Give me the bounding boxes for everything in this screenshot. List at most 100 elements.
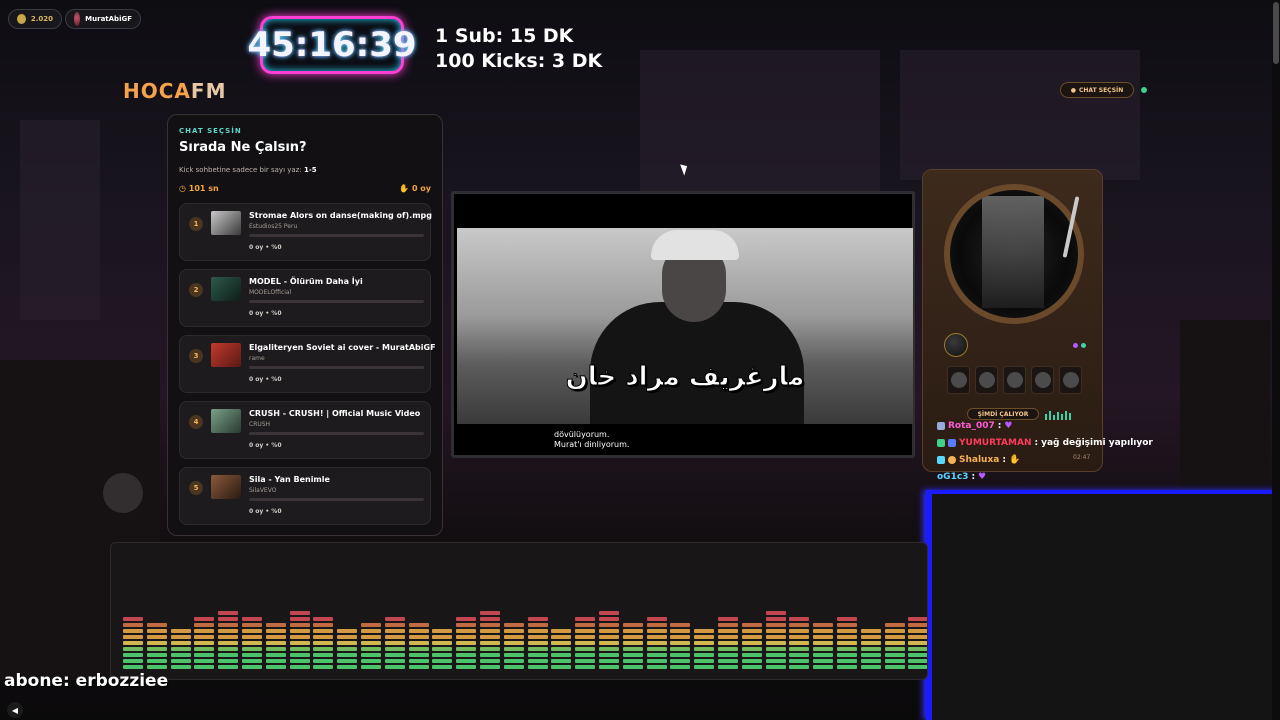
video-overlay-text: مارغريف مراد خان [565, 362, 805, 393]
track-time: 02:47 [1073, 454, 1091, 461]
song-channel: rame [249, 355, 265, 362]
background-window [20, 120, 100, 320]
total-votes: ✋ 0 oy [399, 184, 431, 193]
visualizer-column [194, 615, 215, 669]
subscriber-alert: abone: erbozziee [4, 671, 169, 691]
song-channel: Estudios25 Peru [249, 223, 298, 230]
visualizer-column [599, 609, 619, 669]
song-channel: MODELOfficial [249, 289, 292, 296]
chat-username: oG1c3 [937, 472, 969, 482]
emote-icon: ♥ [978, 472, 987, 482]
coin-balance: 2.020 [30, 15, 53, 23]
visualizer-column [265, 621, 286, 669]
page-scrollbar[interactable] [1272, 0, 1280, 720]
song-option[interactable]: 1 Stromae Alors on danse(making of).mpg … [179, 203, 432, 261]
song-number: 3 [189, 349, 203, 363]
song-thumbnail [211, 475, 241, 499]
promo-sub-line: 1 Sub: 15 DK [435, 25, 574, 47]
song-number: 2 [189, 283, 203, 297]
song-channel: SilaVEVO [249, 487, 277, 494]
visualizer-column [408, 621, 429, 669]
user-pill[interactable]: MuratAbiGF [65, 9, 141, 29]
song-vote-stat: 0 oy • %0 [249, 442, 282, 449]
song-number: 4 [189, 415, 203, 429]
badge-icon [948, 456, 956, 464]
visualizer-column [146, 621, 167, 669]
chat-message: YUMURTAMAN : yağ değişimi yapılıyor [937, 438, 1153, 448]
subtitle-line: Murat'ı dinliyorum. [554, 440, 630, 449]
volume-icon[interactable]: ◀ [7, 702, 23, 718]
subtitle-line: dövülüyorum. [554, 430, 610, 439]
chat-message: Shaluxa : ✋ [937, 455, 1020, 465]
song-option[interactable]: 4 CRUSH - CRUSH! | Official Music Video … [179, 401, 431, 459]
badge-icon [937, 456, 945, 464]
chat-username: Shaluxa [959, 455, 1000, 465]
status-leds [1073, 343, 1086, 348]
volume-knob[interactable] [944, 333, 968, 357]
visualizer-column [170, 627, 191, 669]
avatar [74, 12, 81, 26]
coin-icon [17, 14, 26, 24]
visualizer-column [694, 627, 715, 669]
song-title: MODEL - Ölürüm Daha İyi [249, 277, 363, 286]
chat-username: YUMURTAMAN [959, 438, 1032, 448]
vote-progress-bar [249, 498, 424, 501]
badge-icon [948, 439, 956, 447]
clock-icon: ◷ [179, 184, 186, 193]
visualizer-column [242, 615, 262, 669]
visualizer-column [527, 615, 548, 669]
visualizer-column [884, 621, 905, 669]
video-player[interactable]: مارغريف مراد خان dövülüyorum. Murat'ı di… [451, 191, 915, 458]
song-title: Elgaliteryen Soviet ai cover - MuratAbiG… [249, 343, 436, 352]
visualizer-column [741, 621, 762, 669]
visualizer-column [860, 627, 881, 669]
visualizer-column [384, 615, 405, 669]
visualizer-column [337, 627, 358, 669]
visualizer-column [289, 609, 310, 669]
vinyl-record [950, 190, 1078, 318]
song-option[interactable]: 3 Elgaliteryen Soviet ai cover - MuratAb… [179, 335, 436, 393]
panel-description: Kick sohbetine sadece bir sayı yaz: 1-5 [179, 166, 317, 174]
visualizer-column [218, 609, 239, 669]
song-option[interactable]: 5 Sila - Yan Benimle SilaVEVO 0 oy • %0 [179, 467, 431, 525]
coin-balance-pill[interactable]: 2.020 [8, 9, 62, 29]
emote-icon: ✋ [1008, 455, 1021, 465]
visualizer-column [456, 615, 477, 669]
chat-username: Rota_007 [948, 421, 995, 431]
visualizer-column [670, 621, 691, 669]
vote-progress-bar [249, 366, 424, 369]
visualizer-column [908, 615, 927, 669]
visualizer-column [646, 615, 667, 669]
visualizer-column [837, 615, 857, 669]
pad-button[interactable] [1003, 366, 1026, 394]
visualizer-column [432, 627, 453, 669]
song-title: Sila - Yan Benimle [249, 475, 330, 484]
visualizer-column [789, 615, 810, 669]
chat-message: oG1c3 : ♥ [937, 472, 987, 482]
song-number: 1 [189, 217, 203, 231]
countdown-timer: 45:16:39 [247, 16, 417, 74]
username: MuratAbiGF [85, 15, 132, 23]
pad-button[interactable] [947, 366, 970, 394]
song-thumbnail [211, 211, 241, 235]
visualizer-column [765, 609, 786, 669]
visualizer-column [361, 621, 381, 669]
emote-icon: ♥ [1004, 421, 1013, 431]
vote-progress-bar [249, 234, 424, 237]
video-frame-image: مارغريف مراد خان [457, 228, 913, 424]
chat-message: Rota_007 : ♥ [937, 421, 1012, 431]
song-number: 5 [189, 481, 203, 495]
song-vote-stat: 0 oy • %0 [249, 508, 282, 515]
visualizer-column [813, 621, 834, 669]
pad-button[interactable] [1059, 366, 1082, 394]
song-option[interactable]: 2 MODEL - Ölürüm Daha İyi MODELOfficial … [179, 269, 431, 327]
chat-bubble-icon: ● [1070, 86, 1076, 94]
song-vote-stat: 0 oy • %0 [249, 376, 282, 383]
chat-select-button[interactable]: ● CHAT SEÇSİN [1060, 82, 1134, 98]
audio-visualizer [110, 542, 928, 680]
pad-button[interactable] [1031, 366, 1054, 394]
badge-icon [937, 422, 945, 430]
visualizer-column [313, 615, 334, 669]
pad-button[interactable] [975, 366, 998, 394]
panel-title: Sırada Ne Çalsın? [179, 140, 307, 155]
